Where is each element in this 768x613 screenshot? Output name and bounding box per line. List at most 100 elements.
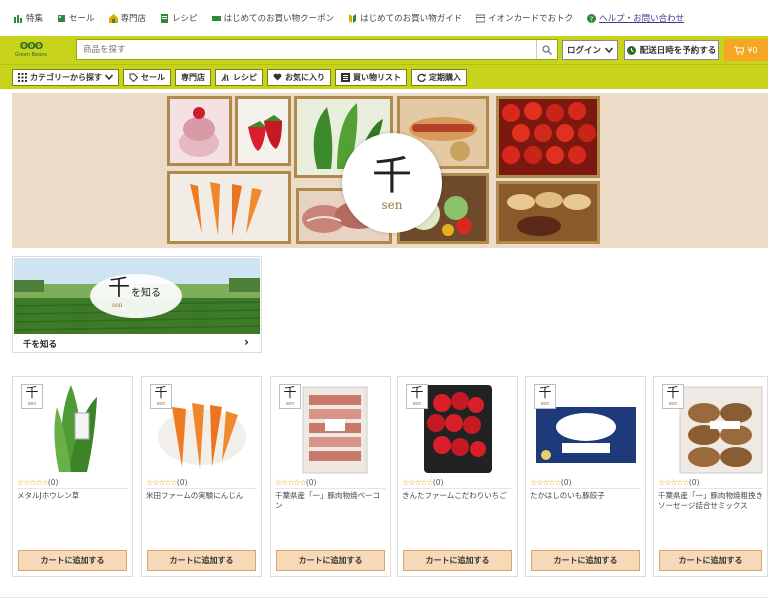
rating-stars: ☆☆☆☆☆(0) [658,478,700,487]
rating-stars: ☆☆☆☆☆(0) [17,478,59,487]
chevron-down-icon [105,74,113,80]
cart-button[interactable]: ¥0 [724,39,768,61]
site-logo[interactable]: ʘʘʘ Green Beans [0,36,62,64]
add-to-cart-button[interactable]: カートに追加する [659,550,762,571]
guide-icon [348,13,357,23]
top-link-guide[interactable]: はじめてのお買い物ガイド [348,12,462,24]
hero-banner[interactable]: 千 sen [12,93,768,248]
top-link-label: はじめてのお買い物クーポン [223,14,335,24]
know-sen-card[interactable]: 千 を知る sen 千を知る › [12,256,262,353]
top-link-recipe[interactable]: レシピ [160,12,198,24]
nav-recipe-label: レシピ [233,72,257,82]
badge-roman: sen [412,400,422,407]
nav-shop-button[interactable]: 専門店 [175,68,211,86]
help-icon: ? [587,13,597,23]
add-to-cart-button[interactable]: カートに追加する [403,550,512,571]
sale-tag-icon [57,14,66,23]
site-header: ʘʘʘ Green Beans ログイン 配送日時を予約する ¥0 [0,36,768,64]
cart-icon [734,46,745,55]
recipe-icon [160,13,169,23]
top-link-shop[interactable]: 専門店 [108,12,146,24]
top-link-label: レシピ [172,14,198,24]
rating-stars: ☆☆☆☆☆(0) [275,478,317,487]
search-button[interactable] [536,40,557,59]
nav-sale-button[interactable]: セール [123,68,171,86]
rating-count: (0) [305,478,317,487]
add-to-cart-button[interactable]: カートに追加する [147,550,256,571]
know-card-label: 千を知る [23,340,58,350]
login-button[interactable]: ログイン [562,40,618,60]
top-links-bar: 特集 セール 専門店 レシピ はじめてのお買い物クーポン はじめてのお買い物ガイ… [0,0,768,36]
product-card[interactable]: 千 sen ☆☆☆☆☆(0) メタルJホウレン草 カートに追加する [12,376,133,577]
rating-count: (0) [688,478,700,487]
logo-text: Green Beans [14,52,48,58]
repeat-icon [417,73,426,82]
divider [17,488,128,489]
nav-shopping-list-button[interactable]: 買い物リスト [335,68,407,86]
card-icon [475,14,486,23]
svg-text:?: ? [590,15,594,23]
hero-brand-kanji: 千 [372,153,412,199]
top-link-label: ヘルプ・お問い合わせ [599,14,685,24]
hero-tile-gyoza [496,181,600,244]
search-icon [542,44,552,55]
badge-kanji: 千 [154,385,168,401]
product-name[interactable]: たかはしのいも豚餃子 [530,491,642,501]
search-input[interactable] [77,40,536,59]
clock-icon [626,45,636,55]
product-card[interactable]: 千 sen ☆☆☆☆☆(0) 千葉県産「一」豚肉物焼粗挽きソーセージ詰合せミックス… [653,376,768,577]
coupon-icon [211,14,221,23]
product-name[interactable]: メタルJホウレン草 [17,491,129,501]
know-banner-roman: sen [112,302,123,309]
top-link-help[interactable]: ? ヘルプ・お問い合わせ [587,12,684,24]
product-name[interactable]: 千葉県産「一」豚肉物焼ベーコン [275,491,387,511]
nav-favorites-button[interactable]: お気に入り [267,68,331,86]
nav-shop-label: 専門店 [181,72,205,82]
category-browse-button[interactable]: カテゴリーから探す [12,68,119,86]
nav-subscription-label: 定期購入 [429,72,461,82]
nav-subscription-button[interactable]: 定期購入 [411,68,467,86]
badge-kanji: 千 [538,385,552,401]
login-label: ログイン [566,46,601,56]
add-to-cart-button[interactable]: カートに追加する [276,550,385,571]
product-card[interactable]: 千 sen ☆☆☆☆☆(0) 米田ファームの実験にんじん カートに追加する [141,376,262,577]
recipe-icon [221,73,229,81]
nav-recipe-button[interactable]: レシピ [215,68,263,86]
badge-kanji: 千 [410,385,424,401]
delivery-label: 配送日時を予約する [639,46,717,56]
top-link-label: イオンカードでおトク [488,14,574,24]
badge-roman: sen [285,400,295,407]
know-banner-title: 千 を知る [108,277,161,301]
top-link-sale[interactable]: セール [57,12,95,24]
product-card[interactable]: 千 sen ☆☆☆☆☆(0) 千葉県産「一」豚肉物焼ベーコン カートに追加する [270,376,391,577]
product-name[interactable]: 米田ファームの実験にんじん [146,491,258,501]
product-name[interactable]: 千葉県産「一」豚肉物焼粗挽きソーセージ詰合せミックス [658,491,766,511]
category-browse-label: カテゴリーから探す [30,72,102,82]
badge-roman: sen [156,400,166,407]
rating-count: (0) [176,478,188,487]
feature-icon [14,14,23,23]
product-card[interactable]: 千 sen ☆☆☆☆☆(0) きんたファームこだわりいちご カートに追加する [397,376,518,577]
logo-mark-icon: ʘʘʘ [19,41,43,52]
product-card[interactable]: 千 sen ☆☆☆☆☆(0) たかはしのいも豚餃子 カートに追加する [525,376,646,577]
add-to-cart-button[interactable]: カートに追加する [531,550,640,571]
nav-shopping-list-label: 買い物リスト [353,72,401,82]
top-link-coupon[interactable]: はじめてのお買い物クーポン [211,12,335,24]
chevron-right-icon[interactable]: › [244,335,249,349]
hero-tile-carrots [167,171,291,244]
top-link-feature[interactable]: 特集 [14,12,43,24]
rating-stars: ☆☆☆☆☆(0) [146,478,188,487]
know-banner-text: を知る [131,288,162,299]
divider [146,488,257,489]
product-name[interactable]: きんたファームこだわりいちご [402,491,514,501]
top-link-label: 特集 [26,14,44,24]
top-link-card[interactable]: イオンカードでおトク [475,12,574,24]
badge-kanji: 千 [25,385,39,401]
rating-count: (0) [432,478,444,487]
add-to-cart-button[interactable]: カートに追加する [18,550,127,571]
top-link-label: はじめてのお買い物ガイド [360,14,463,24]
nav-favorites-label: お気に入り [285,72,325,82]
delivery-reserve-button[interactable]: 配送日時を予約する [624,40,719,60]
top-link-label: セール [69,14,95,24]
heart-icon [273,73,282,81]
